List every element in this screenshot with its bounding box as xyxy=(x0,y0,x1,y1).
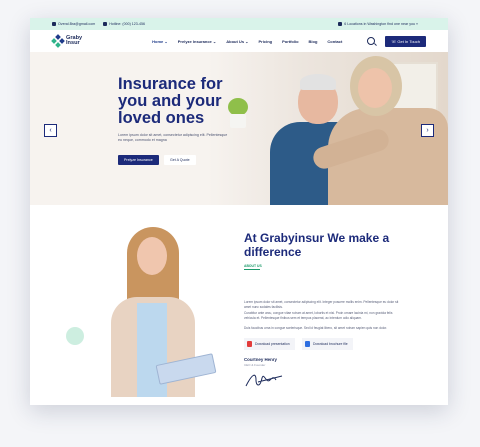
main-navbar: Graby Insur Home ⌄ Prelyze Insurance ⌄ A… xyxy=(30,30,448,52)
topbar-phone-text: Hotline: (000) 123-456 xyxy=(109,22,145,26)
about-tag-underline xyxy=(244,269,260,270)
mail-icon xyxy=(52,22,56,26)
get-a-quote-button[interactable]: Get A Quote xyxy=(164,155,196,165)
woman-face xyxy=(358,68,392,108)
download-presentation-button[interactable]: Download presentation xyxy=(244,338,295,350)
about-paragraph-3: Duis faucibus urna in congue scelerisque… xyxy=(244,326,387,330)
pdf-file-icon xyxy=(247,341,252,347)
hero-subtitle: Lorem ipsum dolor sit amet, consectetur … xyxy=(118,133,228,142)
signature-image xyxy=(245,374,283,387)
woman-portrait-photo xyxy=(85,225,217,397)
logo-text: Graby Insur xyxy=(66,35,82,46)
decor-circle xyxy=(66,327,84,345)
topbar-locations[interactable]: 6 Locations in Washington find one near … xyxy=(338,22,418,26)
search-icon[interactable] xyxy=(367,37,376,45)
nav-item-blog[interactable]: Blog xyxy=(309,39,318,44)
get-in-touch-label: Get In Touch xyxy=(397,38,420,44)
topbar-email[interactable]: Overal.Bra@gmail.com xyxy=(52,22,95,26)
browser-frame: Overal.Bra@gmail.com Hotline: (000) 123-… xyxy=(30,18,448,405)
portrait-face xyxy=(137,237,167,275)
about-paragraph-1: Lorem ipsum dolor sit amet, consectetur … xyxy=(244,300,399,309)
hero-couple-photo xyxy=(208,52,448,205)
nav-item-about[interactable]: About Us ⌄ xyxy=(226,39,248,44)
about-paragraph-2: Curabitur ante arcu, congue vitae rutrum… xyxy=(244,311,393,320)
download-presentation-label: Download presentation xyxy=(255,342,290,346)
prelyze-insurance-button[interactable]: Prelyze Insurance xyxy=(118,155,159,165)
nav-item-contact[interactable]: Contact xyxy=(327,39,342,44)
nav-item-pricing[interactable]: Pricing xyxy=(259,39,273,44)
hero-title: Insurance for you and your loved ones xyxy=(118,75,223,127)
hero-slider: Insurance for you and your loved ones Lo… xyxy=(30,52,448,205)
nav-item-home[interactable]: Home ⌄ xyxy=(152,39,168,44)
phone-icon xyxy=(103,22,108,26)
download-brochure-button[interactable]: Download brochure file xyxy=(302,338,353,350)
download-brochure-label: Download brochure file xyxy=(313,342,348,346)
signer-role: CEO & Founder xyxy=(244,363,266,367)
nav-item-insurance-label: Prelyze Insurance xyxy=(177,38,212,44)
nav-item-home-label: Home xyxy=(152,38,164,44)
topbar-phone[interactable]: Hotline: (000) 123-456 xyxy=(103,22,145,26)
get-in-touch-button[interactable]: ☏ Get In Touch xyxy=(385,35,426,47)
signer-name: Courtney Henry xyxy=(244,357,277,362)
location-pin-icon xyxy=(338,22,343,26)
about-tag: ABOUT US xyxy=(244,264,262,268)
nav-item-portfolio[interactable]: Portfolio xyxy=(282,39,298,44)
man-hair xyxy=(300,74,336,90)
nav-item-insurance[interactable]: Prelyze Insurance ⌄ xyxy=(178,39,217,44)
doc-file-icon xyxy=(305,341,310,347)
topbar-locations-text: 6 Locations in Washington find one near … xyxy=(344,22,418,26)
logo-line-2: Insur xyxy=(66,40,80,46)
nav-menu: Home ⌄ Prelyze Insurance ⌄ About Us ⌄ Pr… xyxy=(152,39,352,44)
slider-next-arrow-icon[interactable]: › xyxy=(421,124,434,137)
site-logo[interactable]: Graby Insur xyxy=(51,34,82,48)
logo-mark-icon xyxy=(51,34,65,48)
nav-item-about-label: About Us xyxy=(226,38,245,44)
top-info-bar: Overal.Bra@gmail.com Hotline: (000) 123-… xyxy=(30,18,448,30)
topbar-email-text: Overal.Bra@gmail.com xyxy=(58,22,96,26)
slider-prev-arrow-icon[interactable]: ‹ xyxy=(44,124,57,137)
about-section: At Grabyinsur We make a difference ABOUT… xyxy=(30,205,448,405)
about-title: At Grabyinsur We make a difference xyxy=(244,231,390,259)
